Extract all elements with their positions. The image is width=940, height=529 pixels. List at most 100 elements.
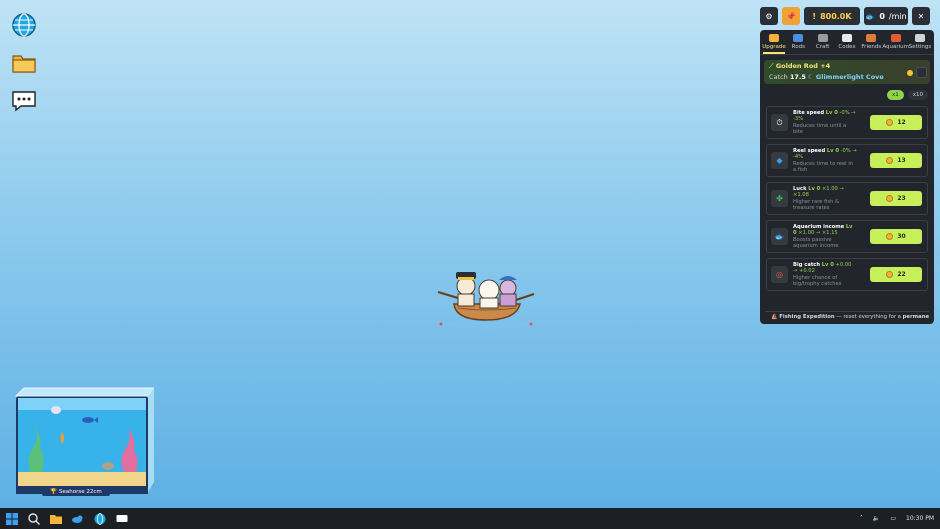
tab-settings[interactable]: Settings — [909, 34, 931, 54]
settings-button[interactable]: ⚙ — [760, 7, 778, 25]
globe-icon[interactable] — [11, 12, 37, 38]
file-explorer-icon[interactable] — [50, 513, 62, 525]
bag-button[interactable] — [916, 67, 927, 78]
tab-upgrade[interactable]: Upgrade — [762, 34, 786, 54]
location-name: Glimmerlight Cove — [815, 73, 884, 81]
upgrade-row: 🐟 Aquarium income Lv 0 ×1.00 → ×1.15 Boo… — [766, 220, 928, 253]
buy-upgrade-button[interactable]: 22 — [870, 267, 922, 282]
clock[interactable]: 10:30 PM — [906, 515, 934, 522]
upgrade-cost: 22 — [897, 271, 906, 278]
multiplier-x1[interactable]: x1 — [886, 90, 904, 100]
upgrade-list: ⏱ Bite speed Lv 0 -0% → -3% Reduces time… — [760, 106, 934, 291]
coin-icon — [886, 233, 894, 240]
upgrade-name: Aquarium income — [793, 223, 845, 230]
tab-rods[interactable]: Rods — [787, 34, 809, 54]
start-icon[interactable] — [6, 512, 18, 525]
expedition-highlight: permanent — [902, 314, 929, 320]
volume-icon[interactable]: 🔈 — [873, 515, 880, 522]
upgrade-cost: 12 — [897, 119, 906, 126]
money-display: ! 800.0K — [804, 7, 860, 25]
chat-icon[interactable] — [11, 88, 37, 114]
upgrade-description: Higher rare fish & treasure rates — [793, 198, 840, 212]
upgrade-level: Lv 0 — [821, 261, 834, 268]
upgrade-row: ◆ Reel speed Lv 0 -0% → -4% Reduces time… — [766, 144, 928, 177]
upgrade-row: ✤ Luck Lv 0 ×1.00 → ×1.08 Higher rare fi… — [766, 182, 928, 215]
aquarium-tank[interactable] — [12, 386, 154, 496]
fishing-app-icon[interactable] — [72, 513, 84, 525]
folder-icon[interactable] — [11, 50, 37, 76]
upgrade-name: Luck — [793, 185, 807, 192]
target-icon: ◎ — [771, 266, 788, 283]
equipped-rod: ⟋ Golden Rod +4 Catch 17.5 ☾ Glimmerligh… — [764, 60, 930, 84]
tab-aquarium[interactable]: Aquarium — [882, 34, 909, 54]
upgrade-panel: Upgrade Rods Craft Codex Friends Aquariu… — [760, 30, 934, 324]
tab-codex[interactable]: Codex — [836, 34, 858, 54]
friends-icon — [866, 34, 877, 42]
buy-upgrade-button[interactable]: 13 — [870, 153, 922, 168]
panel-tabs: Upgrade Rods Craft Codex Friends Aquariu… — [760, 30, 934, 55]
coin-icon — [886, 271, 894, 278]
expedition-title: Fishing Expedition — [779, 314, 835, 320]
expedition-banner[interactable]: ⛵ Fishing Expedition — reset everything … — [765, 311, 929, 321]
aquarium-fish-name: Seahorse 22cm — [59, 488, 102, 495]
taskbar: ˄ 🔈 ▭ 10:30 PM — [0, 508, 940, 529]
coin-icon — [886, 157, 894, 164]
expedition-icon: ⛵ — [771, 314, 778, 320]
fish-icon: 🐟 — [865, 11, 876, 21]
upgrade-cost: 30 — [897, 233, 906, 240]
settings-icon — [914, 34, 925, 42]
craft-icon — [817, 34, 828, 42]
upgrade-info: Big catch Lv 0 +0.00 → +0.02 Higher chan… — [793, 262, 857, 288]
multiplier-toggle: x1 x10 — [760, 90, 928, 100]
upgrade-row: ⏱ Bite speed Lv 0 -0% → -3% Reduces time… — [766, 106, 928, 139]
codex-icon — [841, 34, 852, 42]
chat-app-icon[interactable] — [116, 513, 128, 525]
upgrade-description: Reduces time to reel in a fish — [793, 160, 853, 174]
upgrade-description: Higher chance of big/trophy catches — [793, 274, 842, 288]
catch-value: 17.5 — [789, 73, 806, 81]
coin-icon — [886, 119, 894, 126]
aquarium-label: 🏆 Seahorse 22cm — [42, 487, 110, 496]
close-icon: ✕ — [917, 11, 925, 21]
clover-icon: ✤ — [771, 190, 788, 207]
rod-name: Golden Rod +4 — [775, 62, 831, 70]
close-button[interactable]: ✕ — [912, 7, 930, 25]
buy-upgrade-button[interactable]: 12 — [870, 115, 922, 130]
trophy-icon: 🏆 — [50, 488, 58, 495]
expedition-text: — reset everything for a — [836, 314, 901, 320]
upgrade-description: Reduces time until a bite — [793, 122, 847, 136]
upgrade-cost: 23 — [897, 195, 906, 202]
money-value: 800.0K — [820, 11, 852, 21]
tray-chevron-icon[interactable]: ˄ — [860, 515, 863, 522]
system-tray: ˄ 🔈 ▭ 10:30 PM — [860, 508, 934, 529]
rod-icon: ⟋ — [769, 62, 774, 70]
coin-icon — [886, 195, 894, 202]
boat-with-cats — [437, 272, 535, 329]
upgrade-level: Lv 0 — [826, 147, 839, 154]
upgrade-info: Luck Lv 0 ×1.00 → ×1.08 Higher rare fish… — [793, 186, 857, 212]
upgrade-level: Lv 0 — [825, 109, 838, 116]
upgrade-info: Reel speed Lv 0 -0% → -4% Reduces time t… — [793, 148, 857, 174]
display-icon[interactable]: ▭ — [890, 515, 896, 522]
tab-craft[interactable]: Craft — [812, 34, 834, 54]
exclamation-icon: ! — [812, 11, 817, 21]
multiplier-x10[interactable]: x10 — [907, 90, 928, 100]
browser-icon[interactable] — [94, 512, 106, 525]
aquarium-icon — [890, 34, 901, 42]
buy-upgrade-button[interactable]: 30 — [870, 229, 922, 244]
upgrade-name: Big catch — [793, 261, 821, 268]
tab-friends[interactable]: Friends — [860, 34, 882, 54]
upgrade-description: Boosts passive aquarium income — [793, 236, 839, 250]
gear-icon: ⚙ — [765, 11, 773, 21]
upgrade-cost: 13 — [897, 157, 906, 164]
pin-button[interactable]: 📌 — [782, 7, 800, 25]
upgrade-name: Bite speed — [793, 109, 825, 116]
catch-label: Catch — [769, 73, 788, 81]
upgrade-delta: ×1.00 → ×1.15 — [798, 230, 838, 236]
search-icon[interactable] — [28, 512, 40, 525]
buy-upgrade-button[interactable]: 23 — [870, 191, 922, 206]
coin-icon — [907, 70, 913, 76]
pin-icon: 📌 — [786, 11, 796, 21]
stopwatch-icon: ⏱ — [771, 114, 788, 131]
reel-icon: ◆ — [771, 152, 788, 169]
